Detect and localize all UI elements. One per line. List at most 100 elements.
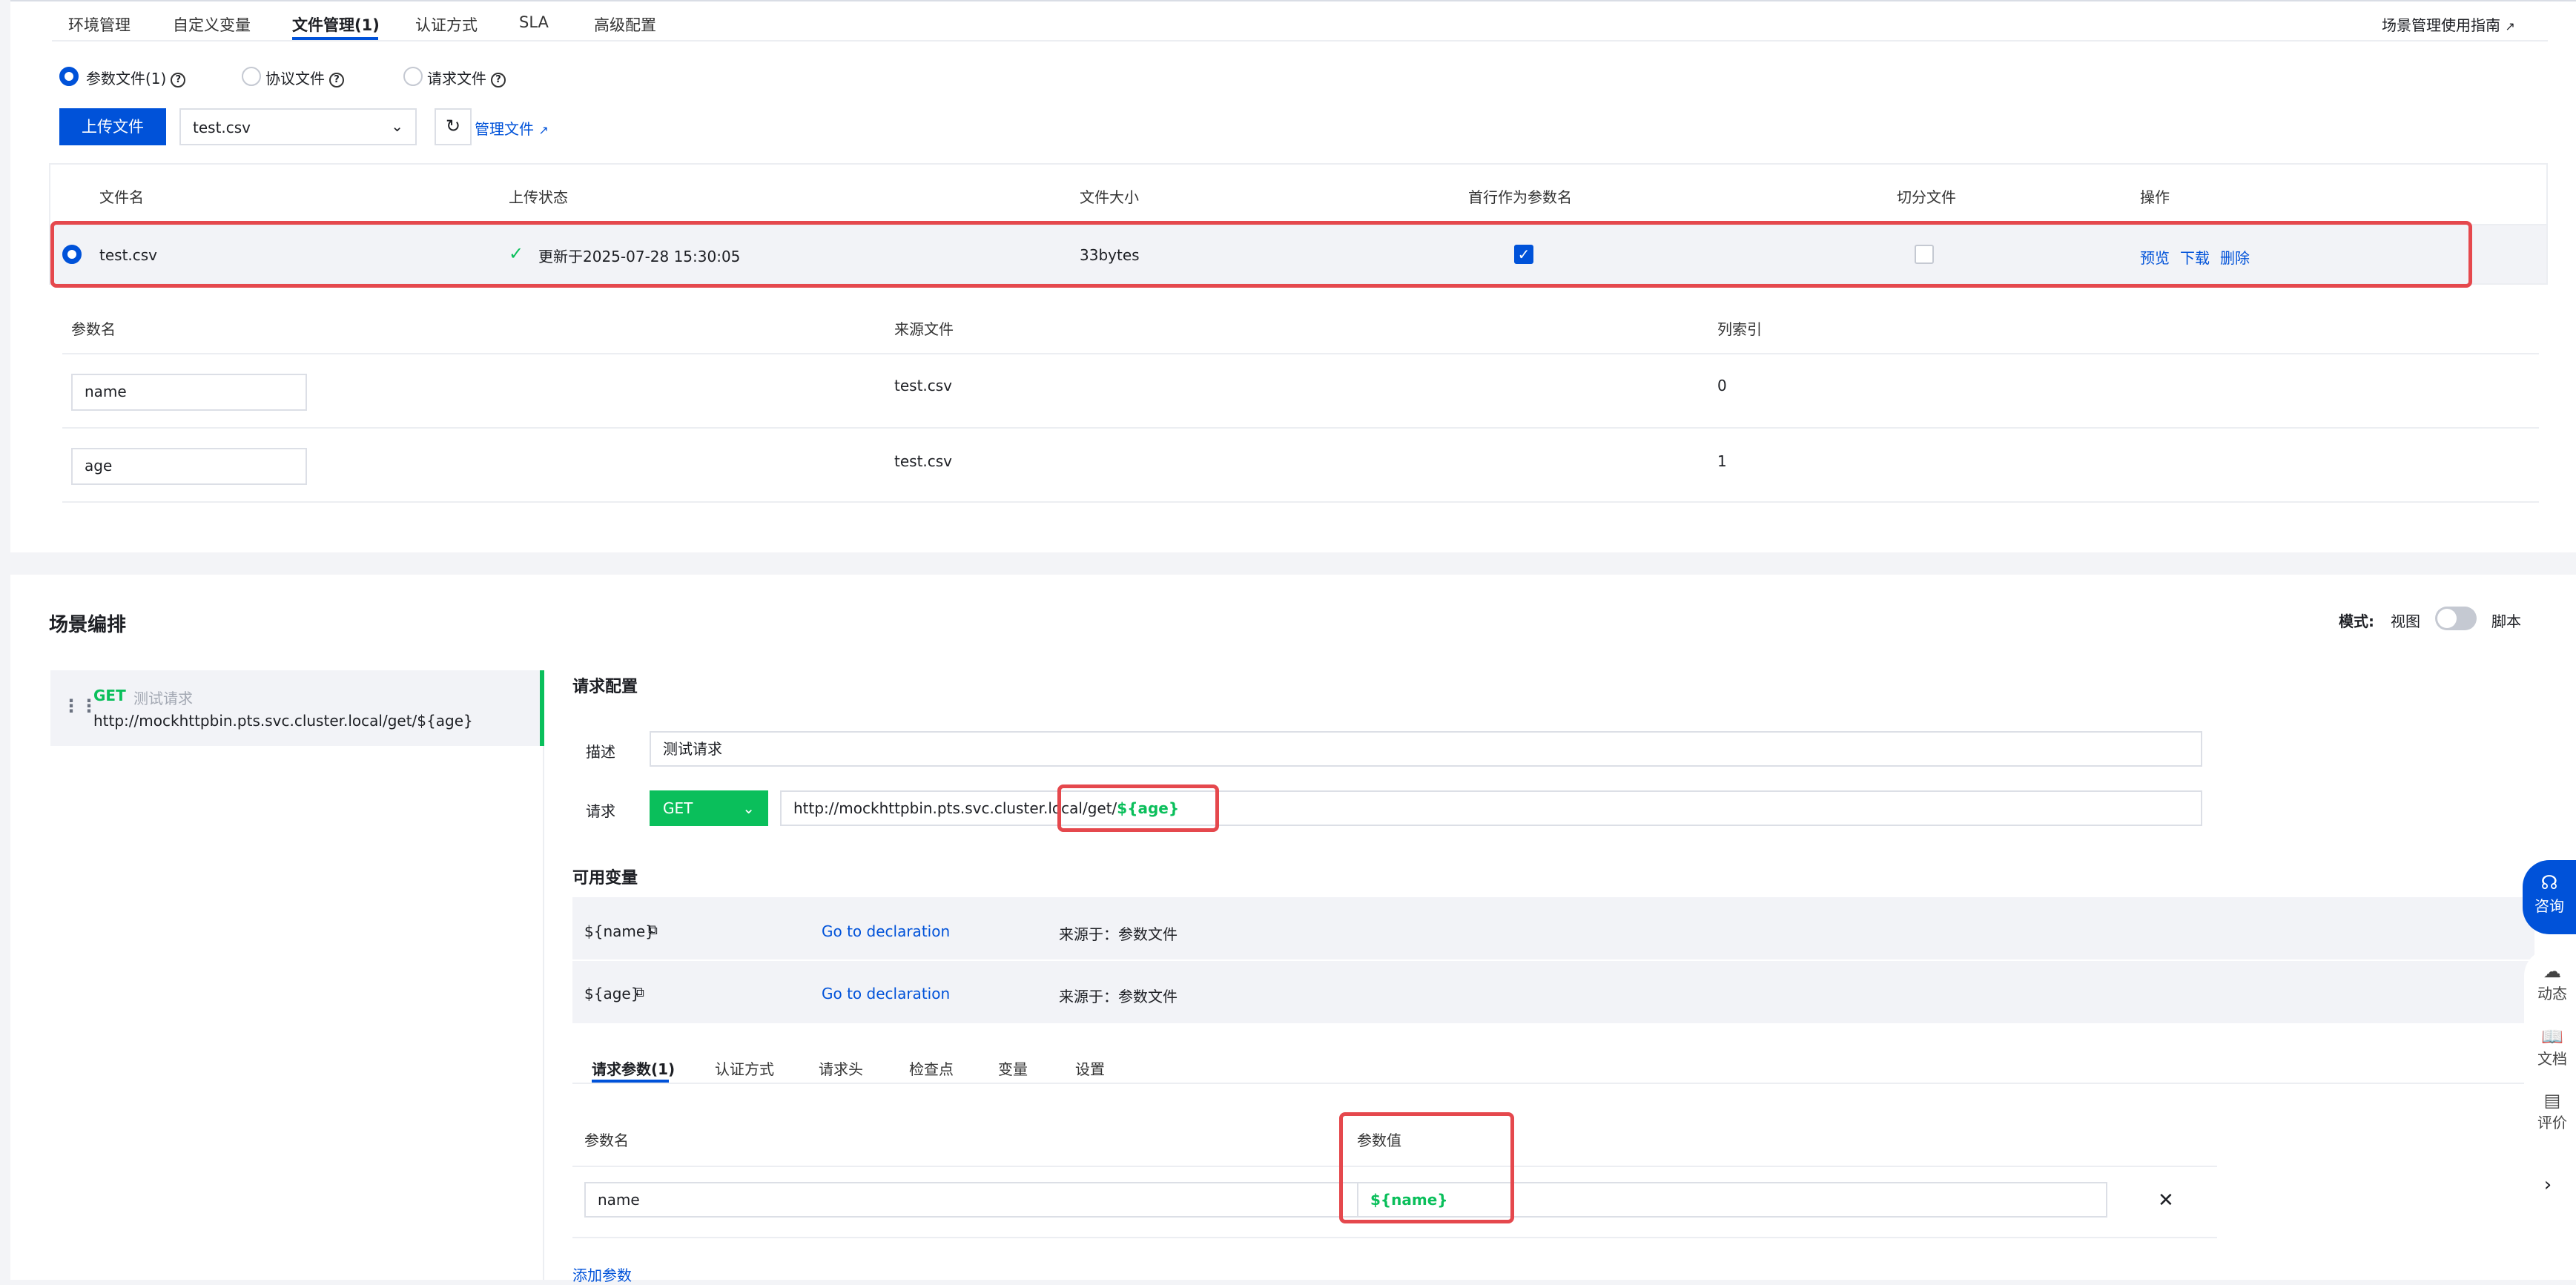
scene-title: 场景编排 xyxy=(49,614,127,636)
method-select[interactable]: GET ⌄ xyxy=(650,790,768,826)
expand-button[interactable]: › xyxy=(2527,1164,2569,1206)
guide-link[interactable]: 场景管理使用指南 ↗ xyxy=(2382,13,2515,35)
param-index: 1 xyxy=(1717,452,1727,470)
param-col-index: 列索引 xyxy=(1717,320,1762,338)
file-select-value: test.csv xyxy=(193,119,251,136)
param-name-field[interactable]: age xyxy=(71,448,307,485)
tabs-divider xyxy=(52,40,2548,42)
subtab-auth[interactable]: 认证方式 xyxy=(715,1057,774,1079)
req-param-col-name: 参数名 xyxy=(584,1132,629,1149)
comment-icon: ▤ xyxy=(2543,1090,2561,1111)
refresh-icon: ↻ xyxy=(445,116,461,136)
add-param-link[interactable]: 添加参数 xyxy=(572,1263,632,1285)
subtab-request-params[interactable]: 请求参数(1) xyxy=(592,1057,675,1079)
divider xyxy=(62,353,2539,354)
divider xyxy=(572,1237,2217,1238)
variables-title: 可用变量 xyxy=(572,869,638,888)
url-field[interactable]: http://mockhttpbin.pts.svc.cluster.local… xyxy=(780,790,2202,826)
highlight-box-url-var xyxy=(1057,784,1219,832)
file-table-header xyxy=(49,163,2548,224)
external-link-icon: ↗ xyxy=(538,123,549,137)
variable-name: ${name} xyxy=(584,922,655,940)
variable-source: 来源于：参数文件 xyxy=(1059,925,1178,943)
manage-files-link[interactable]: 管理文件 ↗ xyxy=(475,117,549,139)
book-icon: 📖 xyxy=(2541,1026,2563,1047)
external-link-icon: ↗ xyxy=(2505,19,2515,33)
variable-source: 来源于：参数文件 xyxy=(1059,988,1178,1005)
drag-handle-icon[interactable]: ⋮⋮ xyxy=(62,696,98,716)
param-col-source: 来源文件 xyxy=(894,320,954,338)
tab-file-management[interactable]: 文件管理(1) xyxy=(292,13,380,36)
tab-advanced[interactable]: 高级配置 xyxy=(594,13,656,36)
tab-env[interactable]: 环境管理 xyxy=(68,13,131,36)
radio-request-file[interactable] xyxy=(403,67,423,86)
col-first-row-param: 首行作为参数名 xyxy=(1468,188,1572,206)
radio-param-file[interactable] xyxy=(59,67,79,86)
subtabs-divider xyxy=(572,1083,2534,1084)
upload-file-button[interactable]: 上传文件 xyxy=(59,108,166,145)
consult-button[interactable]: ☊ 咨询 xyxy=(2523,860,2576,934)
highlight-box-param-value xyxy=(1339,1112,1514,1223)
desc-field[interactable]: 测试请求 xyxy=(650,731,2202,767)
method-value: GET xyxy=(663,799,693,817)
request-item[interactable] xyxy=(50,670,544,746)
chevron-right-icon: › xyxy=(2543,1174,2552,1196)
cloud-icon: ☁ xyxy=(2543,961,2561,982)
mode-toggle[interactable] xyxy=(2435,607,2477,630)
highlight-box-file-row xyxy=(50,221,2472,288)
tab-custom-vars[interactable]: 自定义变量 xyxy=(173,13,251,36)
consult-label: 咨询 xyxy=(2534,897,2564,915)
divider xyxy=(62,501,2539,503)
param-name-field[interactable]: name xyxy=(71,374,307,411)
radio-param-file-label: 参数文件(1)? xyxy=(86,67,186,88)
tab-auth[interactable]: 认证方式 xyxy=(415,13,478,36)
col-file-size: 文件大小 xyxy=(1080,188,1139,206)
request-list xyxy=(50,670,544,1280)
close-icon[interactable]: ✕ xyxy=(2158,1189,2174,1212)
subtab-headers[interactable]: 请求头 xyxy=(819,1057,863,1079)
col-filename: 文件名 xyxy=(99,188,144,206)
feedback-label: 评价 xyxy=(2537,1114,2567,1132)
refresh-button[interactable]: ↻ xyxy=(435,108,472,145)
go-to-declaration-link[interactable]: Go to declaration xyxy=(822,922,950,940)
radio-protocol-file-label: 协议文件? xyxy=(265,67,344,88)
request-method: GET xyxy=(93,687,126,704)
updates-button[interactable]: ☁ 动态 xyxy=(2529,961,2576,1003)
headset-icon: ☊ xyxy=(2540,872,2558,894)
param-col-name: 参数名 xyxy=(71,320,116,338)
req-param-name-field[interactable]: name xyxy=(584,1182,1358,1218)
tab-sla[interactable]: SLA xyxy=(519,13,549,31)
request-config-title: 请求配置 xyxy=(572,678,638,696)
help-icon[interactable]: ? xyxy=(329,72,344,87)
docs-label: 文档 xyxy=(2537,1050,2567,1068)
col-upload-status: 上传状态 xyxy=(509,188,568,206)
docs-button[interactable]: 📖 文档 xyxy=(2529,1026,2576,1068)
col-split-file: 切分文件 xyxy=(1897,188,1956,206)
subtab-checkpoints[interactable]: 检查点 xyxy=(909,1057,954,1079)
copy-icon[interactable]: ⧉ xyxy=(635,985,644,1000)
help-icon[interactable]: ? xyxy=(491,72,506,87)
radio-request-file-label: 请求文件? xyxy=(427,67,506,88)
mode-label: 模式: xyxy=(2339,612,2374,630)
file-management-panel: 环境管理 自定义变量 文件管理(1) 认证方式 SLA 高级配置 场景管理使用指… xyxy=(10,0,2576,552)
request-url: http://mockhttpbin.pts.svc.cluster.local… xyxy=(93,712,473,730)
mode-script-label: 脚本 xyxy=(2491,612,2521,630)
file-select[interactable]: test.csv ⌄ xyxy=(179,108,417,145)
feedback-button[interactable]: ▤ 评价 xyxy=(2529,1090,2576,1132)
chevron-down-icon: ⌄ xyxy=(391,117,403,135)
subtab-settings[interactable]: 设置 xyxy=(1075,1057,1105,1079)
copy-icon[interactable]: ⧉ xyxy=(648,922,658,938)
param-source: test.csv xyxy=(894,452,953,470)
request-name: 测试请求 xyxy=(133,690,193,707)
radio-protocol-file[interactable] xyxy=(242,67,261,86)
divider xyxy=(62,427,2539,429)
help-icon[interactable]: ? xyxy=(171,72,186,87)
variable-name: ${age} xyxy=(584,985,641,1002)
request-label: 请求 xyxy=(586,802,615,820)
go-to-declaration-link[interactable]: Go to declaration xyxy=(822,985,950,1002)
mode-view-label: 视图 xyxy=(2391,612,2420,630)
param-index: 0 xyxy=(1717,377,1727,394)
subtab-variables[interactable]: 变量 xyxy=(998,1057,1028,1079)
col-actions: 操作 xyxy=(2140,188,2170,206)
chevron-down-icon: ⌄ xyxy=(742,799,755,817)
